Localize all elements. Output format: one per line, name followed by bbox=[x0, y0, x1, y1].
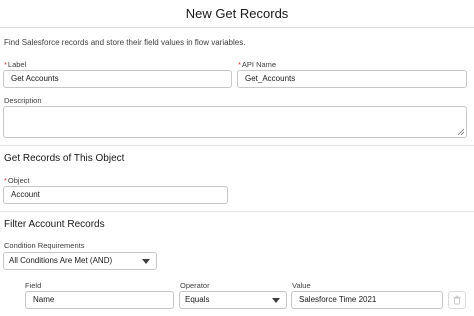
trash-icon bbox=[453, 295, 461, 305]
modal-title: New Get Records bbox=[185, 6, 289, 21]
object-field-label: *Object bbox=[4, 176, 30, 185]
filter-section-title: Filter Account Records bbox=[4, 219, 105, 230]
required-marker: * bbox=[238, 60, 241, 69]
field-column-header: Field bbox=[25, 281, 42, 290]
label-input[interactable]: Get Accounts bbox=[3, 70, 232, 88]
condition-requirements-select[interactable]: All Conditions Are Met (AND) bbox=[3, 252, 157, 270]
description-textarea[interactable] bbox=[3, 106, 467, 138]
condition-value-input[interactable]: Salesforce Time 2021 bbox=[291, 291, 443, 309]
delete-condition-button[interactable] bbox=[448, 291, 466, 309]
condition-field-input[interactable]: Name bbox=[25, 291, 174, 309]
intro-text: Find Salesforce records and store their … bbox=[4, 38, 246, 47]
section-divider bbox=[0, 211, 474, 212]
resize-handle-icon[interactable] bbox=[457, 128, 464, 135]
section-divider bbox=[0, 145, 474, 146]
description-field-label: Description bbox=[4, 96, 42, 105]
chevron-down-icon bbox=[142, 259, 150, 264]
object-input[interactable]: Account bbox=[3, 186, 228, 204]
required-marker: * bbox=[4, 176, 7, 185]
value-column-header: Value bbox=[292, 281, 311, 290]
modal-header: New Get Records bbox=[0, 0, 474, 28]
chevron-down-icon bbox=[272, 298, 280, 303]
api-name-field-label: *API Name bbox=[238, 60, 277, 69]
required-marker: * bbox=[4, 60, 7, 69]
condition-operator-select[interactable]: Equals bbox=[179, 291, 287, 309]
label-field-label: *Label bbox=[4, 60, 27, 69]
condition-requirements-label: Condition Requirements bbox=[4, 241, 85, 250]
object-section-title: Get Records of This Object bbox=[4, 153, 125, 164]
operator-column-header: Operator bbox=[180, 281, 210, 290]
api-name-input[interactable]: Get_Accounts bbox=[237, 70, 467, 88]
